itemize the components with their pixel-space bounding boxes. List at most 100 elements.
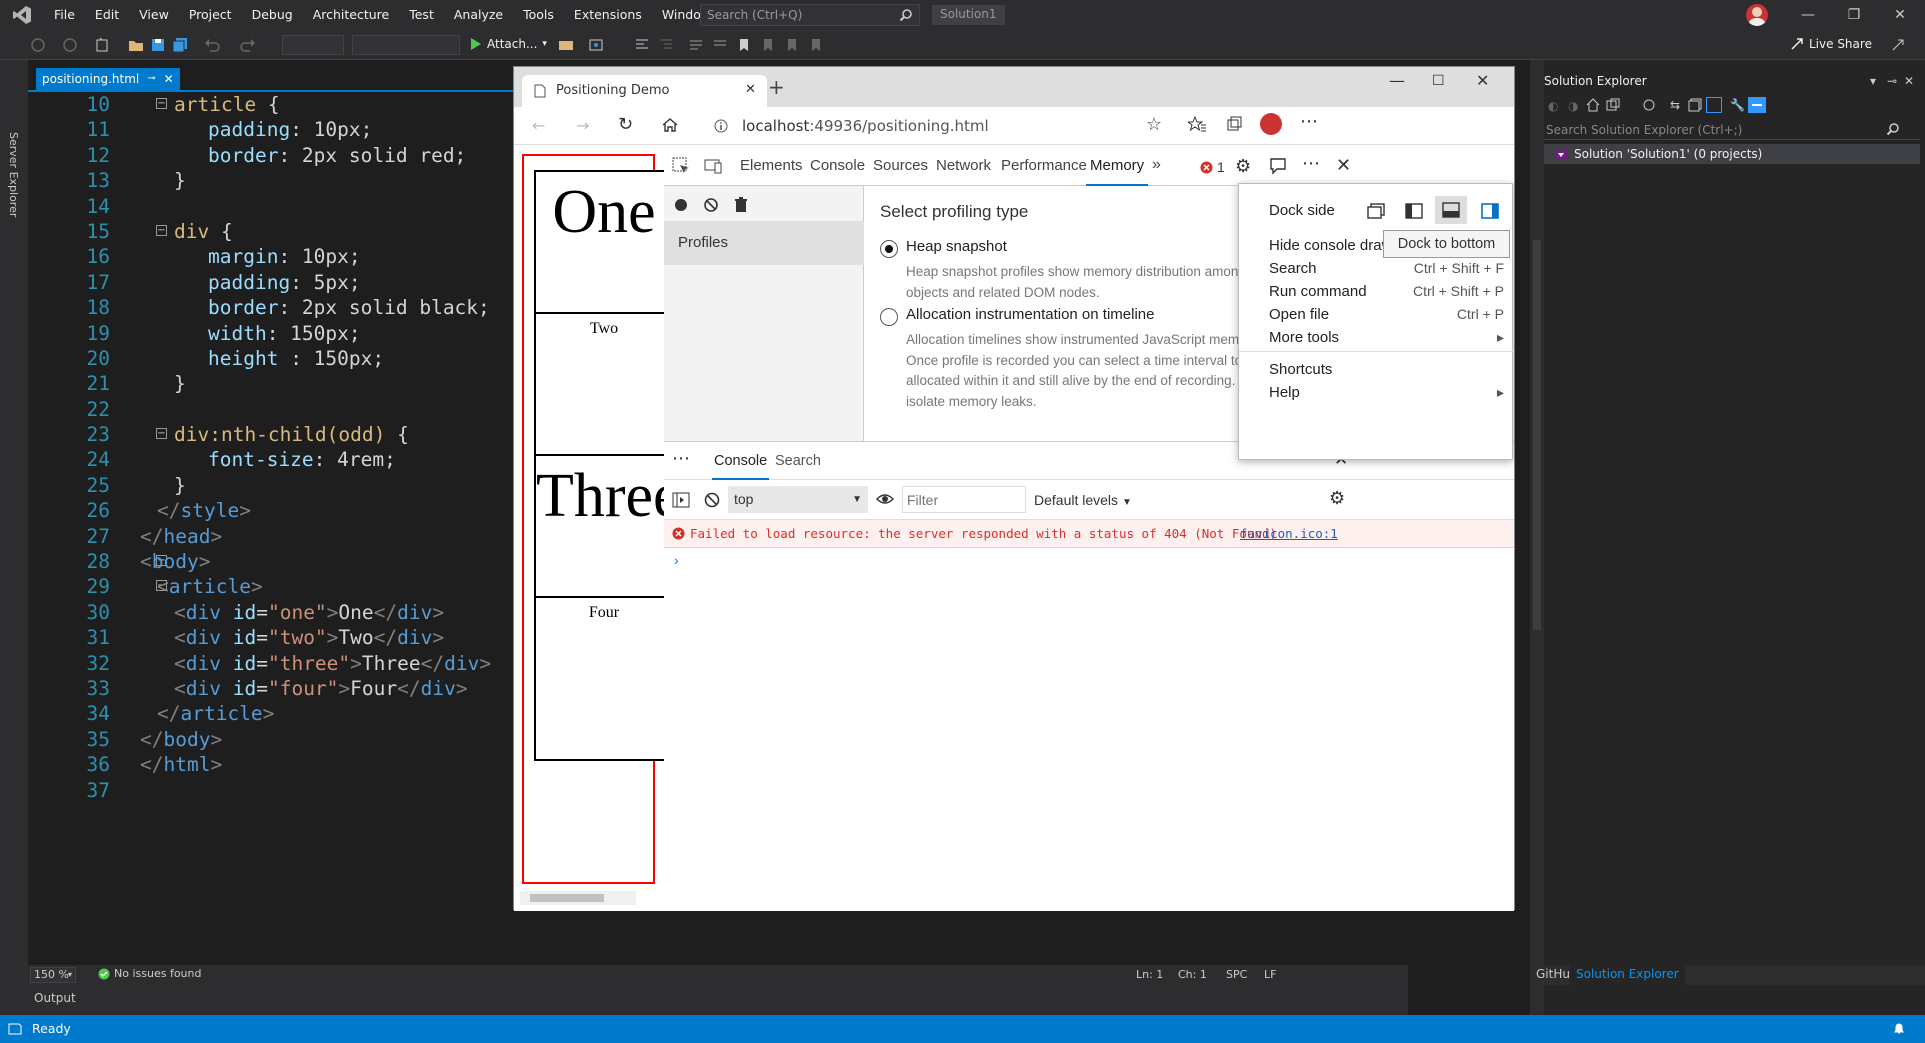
- sidebar-toggle-icon[interactable]: [672, 492, 690, 508]
- maximize-button[interactable]: ❐: [1831, 0, 1877, 30]
- devtools-tab-memory[interactable]: Memory: [1086, 146, 1149, 186]
- switch-views-icon[interactable]: [1606, 98, 1620, 112]
- pending-changes-icon[interactable]: [1642, 98, 1656, 112]
- live-share-button[interactable]: Live Share: [1790, 37, 1872, 51]
- code-line[interactable]: 26 </style>: [28, 498, 513, 523]
- minimize-button[interactable]: —: [1785, 0, 1831, 30]
- code-line[interactable]: 21}: [28, 371, 513, 396]
- customize-menu-icon[interactable]: ⋯: [1302, 153, 1320, 174]
- profile-avatar[interactable]: [1260, 113, 1282, 135]
- menu-architecture[interactable]: Architecture: [303, 0, 400, 30]
- code-line[interactable]: 32 <div id="three">Three</div>: [28, 651, 513, 676]
- sync-icon[interactable]: ⇆: [1670, 98, 1680, 112]
- log-levels-dropdown[interactable]: Default levels ▼: [1034, 492, 1132, 508]
- menu-tools[interactable]: Tools: [513, 0, 564, 30]
- collections-icon[interactable]: [1226, 116, 1242, 132]
- back-icon[interactable]: ←: [532, 116, 545, 135]
- browser-link-icon[interactable]: [558, 37, 574, 53]
- code-line[interactable]: 28− <body>: [28, 549, 513, 574]
- eye-icon[interactable]: [876, 491, 894, 507]
- code-line[interactable]: 12 border: 2px solid red;: [28, 143, 513, 168]
- issues-indicator[interactable]: No issues found: [98, 967, 201, 980]
- menu-item-more-tools[interactable]: More tools ▸: [1239, 324, 1514, 351]
- configuration-dropdown[interactable]: [282, 35, 344, 55]
- code-line[interactable]: 36 </html>: [28, 752, 513, 777]
- menu-file[interactable]: File: [44, 0, 85, 30]
- align-icon[interactable]: [634, 37, 650, 53]
- vertical-scrollbar[interactable]: [1530, 60, 1544, 1015]
- radio-button[interactable]: [880, 308, 898, 326]
- code-area[interactable]: 10− article {11 padding: 10px; 12 border: 2p…: [28, 92, 513, 803]
- code-line[interactable]: 34 </article>: [28, 701, 513, 726]
- code-editor[interactable]: positioning.html ⊸ ✕ 10− article {11 paddi…: [28, 60, 513, 965]
- code-line[interactable]: 24 font-size: 4rem;: [28, 447, 513, 472]
- solution-root-item[interactable]: Solution 'Solution1' (0 projects): [1544, 144, 1920, 164]
- code-line[interactable]: 17 padding: 5px;: [28, 270, 513, 295]
- scrollbar-thumb[interactable]: [530, 894, 604, 902]
- inspect-element-icon[interactable]: [672, 157, 690, 175]
- redo-icon[interactable]: [240, 37, 256, 53]
- notification-bell-icon[interactable]: [1892, 1021, 1906, 1035]
- code-line[interactable]: 20 height : 150px;: [28, 346, 513, 371]
- favorites-icon[interactable]: [1188, 116, 1206, 132]
- quick-search-input[interactable]: Search (Ctrl+Q): [700, 4, 920, 26]
- devtools-tab-performance[interactable]: Performance: [997, 146, 1091, 186]
- code-line[interactable]: 11 padding: 10px;: [28, 117, 513, 142]
- code-line[interactable]: 16 margin: 10px;: [28, 244, 513, 269]
- feedback-icon[interactable]: [1890, 37, 1906, 53]
- show-all-files-icon[interactable]: [1706, 97, 1722, 113]
- devtools-tab-console[interactable]: Console: [806, 146, 869, 186]
- menu-extensions[interactable]: Extensions: [564, 0, 652, 30]
- clear-bookmarks-icon[interactable]: [808, 37, 824, 53]
- window-position-icon[interactable]: ▾: [1870, 70, 1876, 92]
- close-button[interactable]: ✕: [1877, 0, 1923, 30]
- fold-toggle-icon[interactable]: −: [156, 428, 167, 440]
- undock-icon[interactable]: [1367, 203, 1385, 219]
- home-icon[interactable]: [1586, 98, 1600, 112]
- menu-view[interactable]: View: [129, 0, 179, 30]
- close-icon[interactable]: ✕: [1904, 70, 1914, 92]
- zoom-dropdown[interactable]: 150 % ▾: [30, 967, 76, 983]
- next-bookmark-icon[interactable]: [784, 37, 800, 53]
- screenshot-icon[interactable]: [588, 37, 604, 53]
- refresh-icon[interactable]: ↻: [618, 114, 633, 135]
- fold-toggle-icon[interactable]: −: [156, 224, 167, 236]
- close-tab-icon[interactable]: ✕: [164, 68, 174, 90]
- code-line[interactable]: 15 − div {: [28, 219, 513, 244]
- trash-icon[interactable]: [734, 197, 748, 213]
- document-tab[interactable]: positioning.html ⊸ ✕: [36, 68, 180, 90]
- pin-icon[interactable]: ⊸: [147, 68, 155, 90]
- new-tab-icon[interactable]: +: [768, 75, 785, 99]
- info-icon[interactable]: [714, 119, 728, 133]
- close-devtools-icon[interactable]: ✕: [1336, 155, 1351, 176]
- console-filter-input[interactable]: [902, 486, 1026, 513]
- bookmark-icon[interactable]: [736, 37, 752, 53]
- code-line[interactable]: 29− <article>: [28, 574, 513, 599]
- back-icon[interactable]: ◐: [1548, 99, 1558, 113]
- collapse-all-icon[interactable]: [1688, 98, 1702, 112]
- undo-icon[interactable]: [204, 37, 220, 53]
- devtools-tab-sources[interactable]: Sources: [869, 146, 932, 186]
- menu-test[interactable]: Test: [399, 0, 444, 30]
- menu-analyze[interactable]: Analyze: [444, 0, 513, 30]
- console-settings-icon[interactable]: ⚙: [1329, 488, 1345, 509]
- platform-dropdown[interactable]: [352, 35, 460, 55]
- code-line[interactable]: 10 − article {: [28, 92, 513, 117]
- solution-search-input[interactable]: Search Solution Explorer (Ctrl+;): [1544, 120, 1920, 140]
- code-line[interactable]: 19 width: 150px;: [28, 321, 513, 346]
- console-prompt-icon[interactable]: ›: [674, 552, 679, 568]
- comment-icon[interactable]: [688, 37, 704, 53]
- save-all-icon[interactable]: [172, 37, 188, 53]
- dock-right-icon[interactable]: [1481, 203, 1499, 219]
- pin-icon[interactable]: ⊸: [1887, 70, 1897, 92]
- menu-project[interactable]: Project: [179, 0, 242, 30]
- more-menu-icon[interactable]: ⋯: [1300, 111, 1318, 132]
- clear-console-icon[interactable]: [704, 492, 720, 508]
- error-counter[interactable]: 1: [1200, 159, 1225, 175]
- favorite-star-icon[interactable]: ☆: [1146, 114, 1162, 135]
- uncomment-icon[interactable]: [712, 37, 728, 53]
- preview-icon[interactable]: [1748, 97, 1766, 113]
- prev-bookmark-icon[interactable]: [760, 37, 776, 53]
- code-line[interactable]: 37: [28, 778, 513, 803]
- attach-button[interactable]: Attach... ▾: [470, 37, 547, 51]
